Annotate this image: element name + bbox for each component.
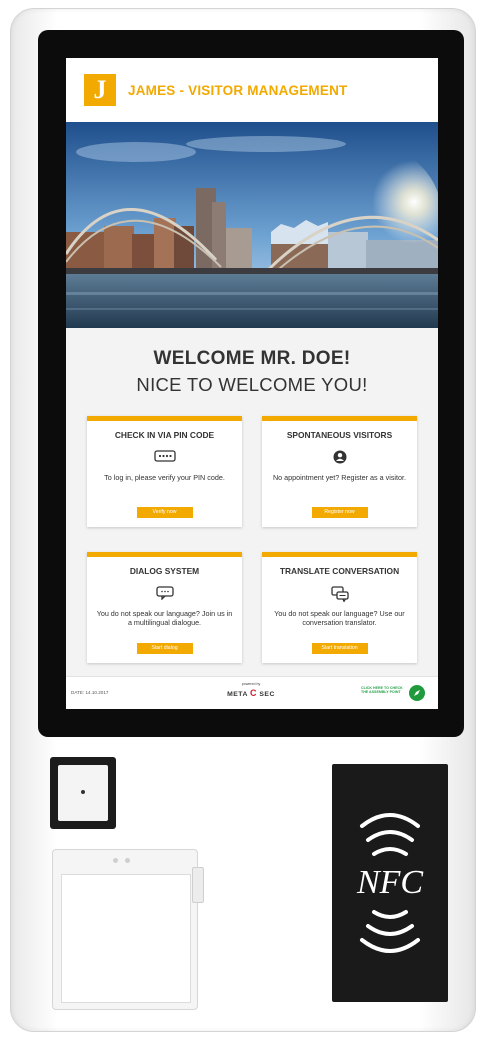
nfc-label: NFC [356,864,424,901]
harbor-bridge-photo [66,122,438,328]
card-description: To log in, please verify your PIN code. [104,473,225,482]
verify-now-button[interactable]: Verify now [136,507,193,518]
start-dialog-button[interactable]: Start dialog [136,643,193,654]
card-title: CHECK IN VIA PIN CODE [114,430,215,440]
pin-keypad-icon [87,450,242,466]
app-header: J JAMES - VISITOR MANAGEMENT [66,58,438,122]
card-spontaneous-visitors: SPONTANEOUS VISITORS No appointment yet?… [262,416,417,527]
welcome-heading: WELCOME MR. DOE! [153,348,351,369]
user-icon [262,450,417,466]
brand-left: META [227,691,248,698]
powered-by-label: powered by [241,682,261,686]
card-title: TRANSLATE CONVERSATION [279,566,400,576]
printer-latch [192,867,204,903]
kiosk-screen: J JAMES - VISITOR MANAGEMENT WELCOME MR.… [66,58,438,709]
card-check-in-pin: CHECK IN VIA PIN CODE To log in, please … [87,416,242,527]
welcome-subheading: NICE TO WELCOME YOU! [136,374,368,395]
nfc-reader: NFC [332,764,448,1002]
card-title: SPONTANEOUS VISITORS [286,430,393,440]
assembly-point-link[interactable]: CLICK HERE TO CHECK THE ASSEMBLY POINT [361,686,407,695]
app-title: JAMES - VISITOR MANAGEMENT [128,82,348,98]
start-translation-button[interactable]: Start translation [311,643,368,654]
receipt-printer [52,849,198,1010]
james-logo: J [84,74,116,106]
printer-slot [61,874,191,1003]
card-description: You do not speak our language? Use our c… [274,609,405,628]
hero-image [66,122,438,328]
date-label: DATE: 14.10.2017 [71,690,109,695]
metasec-logo: META C SEC [216,688,286,698]
card-translate-conversation: TRANSLATE CONVERSATION You do not speak … [262,552,417,663]
translate-chat-icon [262,586,417,602]
brand-c: C [250,688,257,698]
chat-bubble-icon [87,586,242,602]
register-now-button[interactable]: Register now [311,507,368,518]
barcode-scanner [50,757,116,829]
screen-footer: DATE: 14.10.2017 powered by META C SEC C… [66,676,438,709]
compass-icon[interactable] [409,685,425,701]
card-description: You do not speak our language? Join us i… [96,609,233,628]
card-description: No appointment yet? Register as a visito… [272,473,407,482]
card-title: DIALOG SYSTEM [129,566,200,576]
card-dialog-system: DIALOG SYSTEM You do not speak our langu… [87,552,242,663]
brand-right: SEC [259,691,275,698]
